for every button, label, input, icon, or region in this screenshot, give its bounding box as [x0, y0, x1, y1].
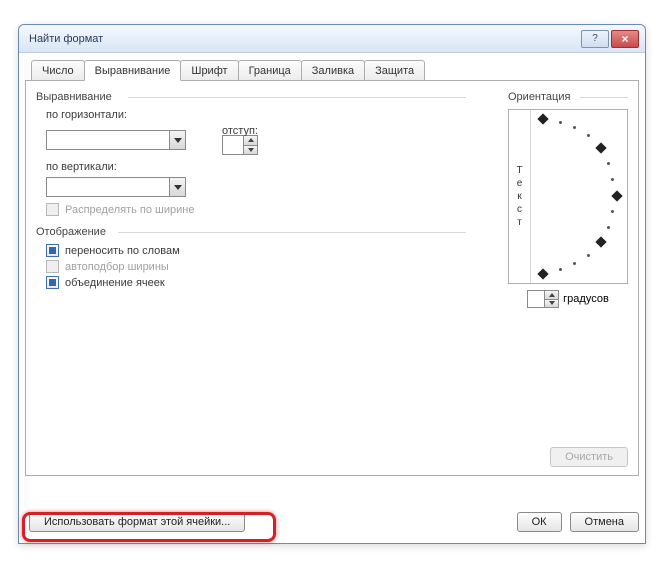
spin-up-icon[interactable] — [545, 291, 558, 300]
title-bar: Найти формат ? × — [19, 25, 645, 53]
orientation-group: Ориентация Т е к с т — [508, 91, 628, 308]
tab-border[interactable]: Граница — [238, 60, 302, 81]
merge-checkbox[interactable] — [46, 276, 59, 289]
orientation-title: Ориентация — [508, 91, 628, 103]
tab-protection[interactable]: Защита — [364, 60, 425, 81]
merge-label: объединение ячеек — [65, 277, 165, 289]
tab-panel-alignment: Выравнивание по горизонтали: отступ: — [25, 80, 639, 476]
horizontal-combo[interactable] — [46, 130, 186, 150]
wrap-label: переносить по словам — [65, 245, 180, 257]
autofit-checkbox — [46, 260, 59, 273]
horizontal-value[interactable] — [47, 131, 169, 149]
dial-handle-icon — [537, 268, 548, 279]
vertical-label: по вертикали: — [46, 161, 466, 173]
distribute-checkbox — [46, 203, 59, 216]
clear-button: Очистить — [550, 447, 628, 467]
chevron-down-icon[interactable] — [169, 131, 185, 149]
use-cell-format-button[interactable]: Использовать формат этой ячейки... — [29, 512, 245, 532]
alignment-group-title: Выравнивание — [36, 91, 466, 103]
autofit-label: автоподбор ширины — [65, 261, 169, 273]
client-area: Число Выравнивание Шрифт Граница Заливка… — [25, 59, 639, 503]
tab-number[interactable]: Число — [31, 60, 85, 81]
ok-button[interactable]: ОК — [517, 512, 562, 532]
vertical-value[interactable] — [47, 178, 169, 196]
spin-up-icon[interactable] — [244, 136, 257, 146]
help-button[interactable]: ? — [581, 30, 609, 48]
tab-font[interactable]: Шрифт — [180, 60, 238, 81]
find-format-dialog: Найти формат ? × Число Выравнивание Шриф… — [18, 24, 646, 544]
orientation-degrees-row: градусов — [508, 290, 628, 308]
tab-alignment[interactable]: Выравнивание — [84, 60, 182, 81]
dial-handle-icon — [595, 236, 606, 247]
cancel-button[interactable]: Отмена — [570, 512, 639, 532]
vertical-combo[interactable] — [46, 177, 186, 197]
alignment-group: Выравнивание по горизонтали: отступ: — [36, 91, 466, 216]
window-title: Найти формат — [29, 33, 103, 45]
orientation-vertical-text-button[interactable]: Т е к с т — [509, 110, 531, 283]
indent-spinner[interactable] — [222, 135, 258, 155]
indent-value[interactable] — [223, 136, 243, 154]
display-group-title: Отображение — [36, 226, 466, 238]
chevron-down-icon[interactable] — [169, 178, 185, 196]
dialog-footer: Использовать формат этой ячейки... ОК От… — [25, 507, 639, 537]
horizontal-label: по горизонтали: — [46, 109, 466, 121]
tab-strip: Число Выравнивание Шрифт Граница Заливка… — [25, 60, 639, 81]
dial-handle-icon[interactable] — [537, 113, 548, 124]
distribute-label: Распределять по ширине — [65, 204, 194, 216]
degrees-label: градусов — [563, 293, 609, 305]
dial-handle-icon — [595, 142, 606, 153]
degrees-spinner[interactable] — [527, 290, 559, 308]
dial-handle-icon — [611, 190, 622, 201]
orientation-box: Т е к с т — [508, 109, 628, 284]
spin-down-icon[interactable] — [545, 300, 558, 308]
orientation-dial[interactable] — [531, 110, 627, 283]
wrap-checkbox[interactable] — [46, 244, 59, 257]
display-group: Отображение переносить по словам автопод… — [36, 226, 466, 289]
degrees-value[interactable] — [528, 291, 544, 307]
tab-fill[interactable]: Заливка — [301, 60, 365, 81]
spin-down-icon[interactable] — [244, 146, 257, 155]
distribute-row: Распределять по ширине — [46, 203, 466, 216]
close-button[interactable]: × — [611, 30, 639, 48]
